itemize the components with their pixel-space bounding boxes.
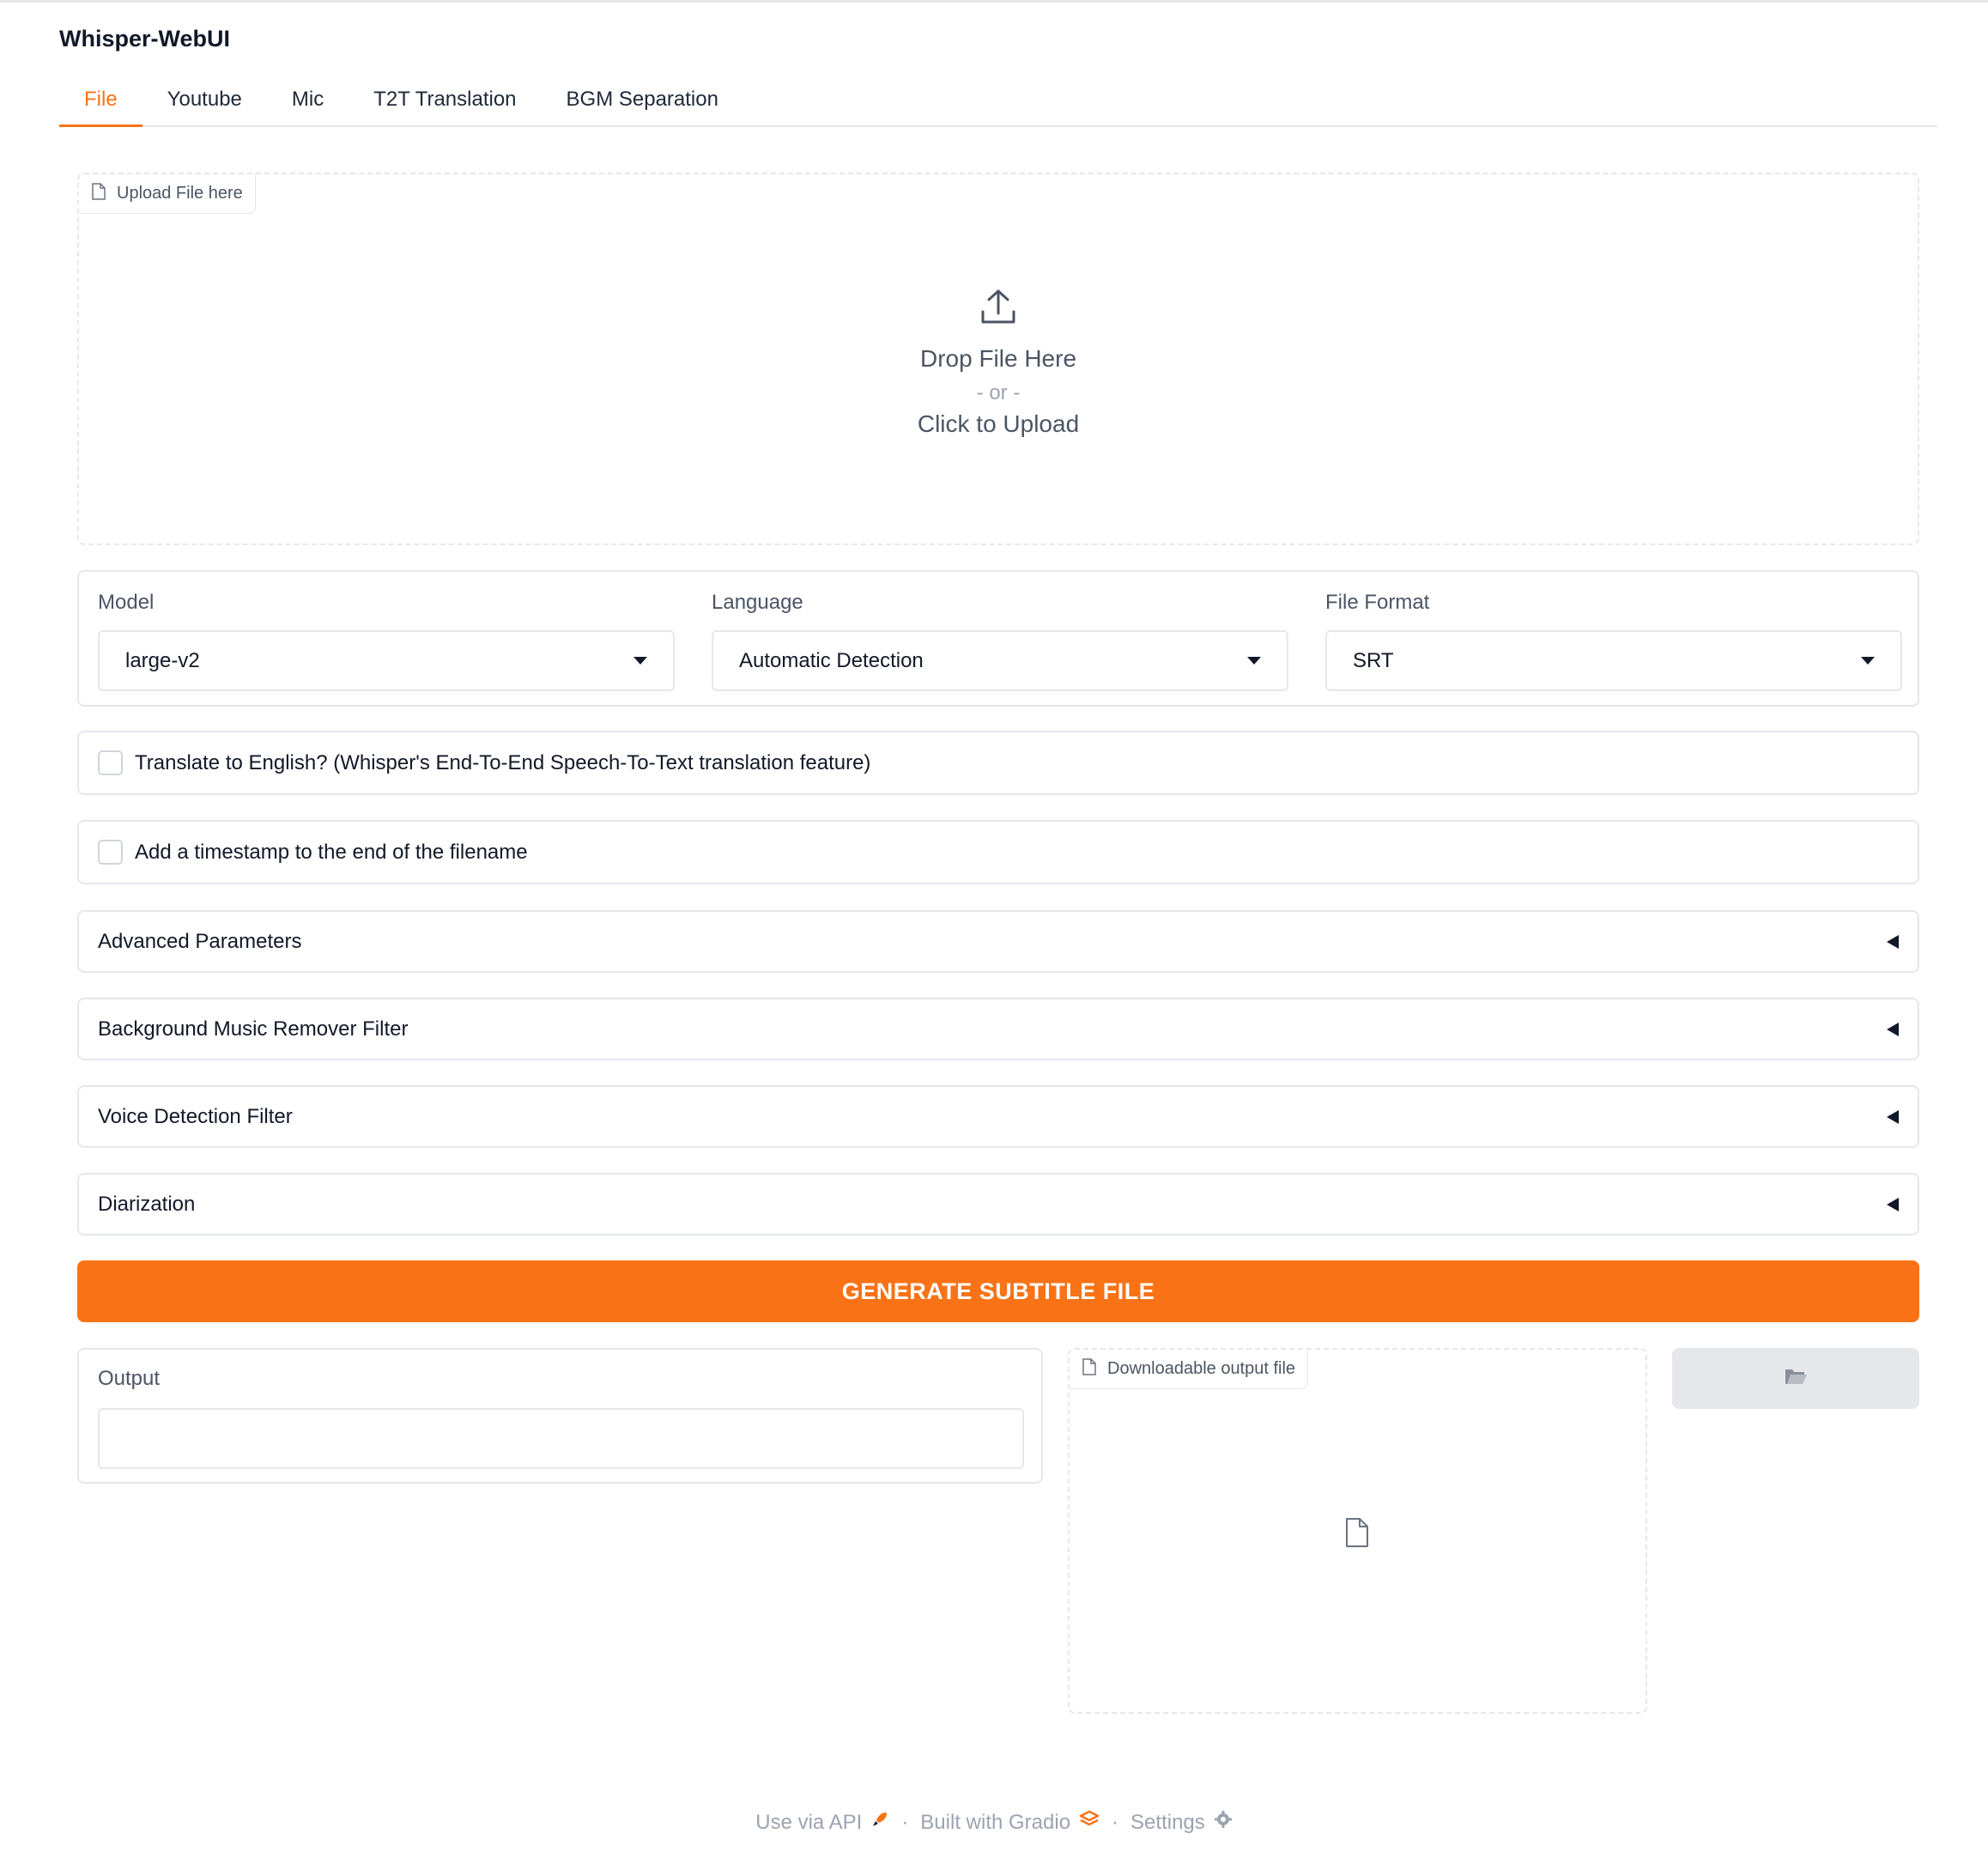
gradio-logo-icon — [1079, 1810, 1100, 1835]
upload-panel-label: Upload File here — [79, 174, 256, 214]
accordion-label: Voice Detection Filter — [98, 1104, 293, 1128]
rocket-icon — [870, 1810, 889, 1835]
file-format-value: SRT — [1353, 648, 1394, 672]
file-upload-dropzone[interactable]: Upload File here Drop File Here - or - C… — [77, 173, 1919, 545]
built-with-gradio-link[interactable]: Built with Gradio — [920, 1810, 1100, 1835]
chevron-left-icon — [1887, 1022, 1899, 1036]
chevron-left-icon — [1887, 1109, 1899, 1124]
language-group: Language Automatic Detection — [712, 591, 1288, 691]
file-icon — [1082, 1357, 1097, 1381]
model-group: Model large-v2 — [98, 591, 675, 691]
accordion-advanced-parameters[interactable]: Advanced Parameters — [77, 910, 1919, 973]
tab-mic[interactable]: Mic — [267, 82, 349, 127]
model-value: large-v2 — [125, 648, 200, 672]
chevron-down-icon — [1247, 657, 1261, 665]
app-title: Whisper-WebUI — [59, 26, 231, 52]
translate-label: Translate to English? (Whisper's End-To-… — [135, 750, 871, 774]
top-border — [0, 0, 1988, 3]
click-upload-text: Click to Upload — [917, 410, 1080, 437]
file-format-group: File Format SRT — [1325, 591, 1902, 691]
download-panel-label: Downloadable output file — [1070, 1350, 1309, 1389]
gear-icon — [1214, 1810, 1233, 1835]
settings-row: Model large-v2 Language Automatic Detect… — [77, 570, 1919, 707]
accordion-label: Advanced Parameters — [98, 929, 302, 953]
chevron-down-icon — [1861, 657, 1875, 665]
folder-icon — [1784, 1366, 1808, 1391]
upload-label-text: Upload File here — [117, 184, 243, 203]
drop-area[interactable]: Drop File Here - or - Click to Upload — [79, 288, 1918, 438]
timestamp-label: Add a timestamp to the end of the filena… — [135, 840, 528, 864]
timestamp-option: Add a timestamp to the end of the filena… — [77, 820, 1919, 884]
output-panel: Output — [77, 1348, 1043, 1484]
chevron-left-icon — [1887, 1197, 1899, 1211]
footer-separator: · — [1112, 1810, 1119, 1834]
tab-bar: File Youtube Mic T2T Translation BGM Sep… — [59, 82, 1937, 127]
gradio-link-text: Built with Gradio — [920, 1810, 1071, 1834]
model-dropdown[interactable]: large-v2 — [98, 630, 675, 691]
api-link-text: Use via API — [755, 1810, 863, 1834]
footer-separator: · — [901, 1810, 909, 1834]
translate-option: Translate to English? (Whisper's End-To-… — [77, 731, 1919, 795]
file-icon — [91, 182, 106, 205]
tab-youtube[interactable]: Youtube — [142, 82, 267, 127]
generate-subtitle-button[interactable]: GENERATE SUBTITLE FILE — [77, 1260, 1919, 1322]
language-label: Language — [712, 591, 803, 614]
output-label: Output — [98, 1367, 161, 1390]
model-label: Model — [98, 591, 155, 614]
output-textbox[interactable] — [98, 1408, 1024, 1469]
accordion-label: Background Music Remover Filter — [98, 1017, 409, 1041]
accordion-diarization[interactable]: Diarization — [77, 1173, 1919, 1236]
drop-file-text: Drop File Here — [919, 345, 1077, 372]
or-text: - or - — [976, 381, 1021, 404]
file-format-dropdown[interactable]: SRT — [1325, 630, 1902, 691]
accordion-voice-detection-filter[interactable]: Voice Detection Filter — [77, 1085, 1919, 1148]
tab-t2t-translation[interactable]: T2T Translation — [349, 82, 541, 127]
language-value: Automatic Detection — [739, 648, 924, 672]
timestamp-checkbox[interactable] — [98, 840, 123, 865]
download-label-text: Downloadable output file — [1107, 1359, 1296, 1378]
accordion-bgm-remover-filter[interactable]: Background Music Remover Filter — [77, 998, 1919, 1060]
language-dropdown[interactable]: Automatic Detection — [712, 630, 1288, 691]
use-via-api-link[interactable]: Use via API — [755, 1810, 889, 1835]
upload-icon — [978, 288, 1019, 345]
download-output-panel[interactable]: Downloadable output file — [1068, 1348, 1647, 1714]
translate-checkbox[interactable] — [98, 750, 123, 775]
footer: Use via API · Built with Gradio · Settin… — [0, 1810, 1988, 1835]
settings-link[interactable]: Settings — [1130, 1810, 1233, 1835]
open-folder-button[interactable] — [1672, 1348, 1919, 1409]
tab-file[interactable]: File — [59, 82, 142, 127]
accordion-label: Diarization — [98, 1192, 196, 1216]
file-format-label: File Format — [1325, 591, 1430, 614]
chevron-left-icon — [1887, 934, 1899, 949]
chevron-down-icon — [633, 657, 647, 665]
tab-bgm-separation[interactable]: BGM Separation — [542, 82, 743, 127]
settings-link-text: Settings — [1130, 1810, 1205, 1834]
